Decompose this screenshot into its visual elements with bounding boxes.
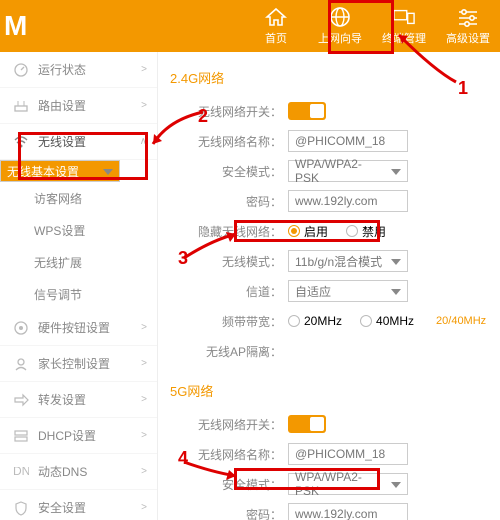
annotation-number-3: 3 xyxy=(178,248,188,269)
home-icon xyxy=(265,6,287,28)
button-icon xyxy=(12,319,30,337)
dns-icon: DNS xyxy=(12,463,30,481)
router-icon xyxy=(12,97,30,115)
sidebar-item-status[interactable]: 运行状态> xyxy=(0,52,157,88)
logo: M xyxy=(0,0,60,52)
sidebar-item-dhcp[interactable]: DHCP设置> xyxy=(0,418,157,454)
pwd-5g-input[interactable] xyxy=(288,503,408,520)
bw-20mhz[interactable]: 20MHz xyxy=(288,314,342,328)
nav-home[interactable]: 首页 xyxy=(244,0,308,52)
user-icon xyxy=(12,355,30,373)
sidebar-sub-extend[interactable]: 无线扩展 xyxy=(0,246,157,278)
sidebar-item-forward[interactable]: 转发设置> xyxy=(0,382,157,418)
hide-24g-enable[interactable]: 启用 xyxy=(288,223,328,240)
radio-off-icon xyxy=(288,315,300,327)
security-24g-select[interactable]: WPA/WPA2-PSK xyxy=(288,160,408,182)
content: 2.4G网络 无线网络开关： 无线网络名称： 安全模式：WPA/WPA2-PSK… xyxy=(158,52,500,520)
sidebar-item-hardware[interactable]: 硬件按钮设置> xyxy=(0,310,157,346)
arrow-1 xyxy=(394,30,464,90)
mode-24g-select[interactable]: 11b/g/n混合模式 xyxy=(288,250,408,272)
shield-icon xyxy=(12,499,30,517)
sidebar-item-ddns[interactable]: DNS动态DNS> xyxy=(0,454,157,490)
pwd-24g-input[interactable] xyxy=(288,190,408,212)
radio-off-icon xyxy=(360,315,372,327)
sidebar-sub-basic[interactable]: 无线基本设置 xyxy=(0,160,120,182)
annotation-number-4: 4 xyxy=(178,448,188,469)
annotation-number-1: 1 xyxy=(458,78,468,99)
sidebar-sub-wps[interactable]: WPS设置 xyxy=(0,214,157,246)
bw-40mhz[interactable]: 40MHz xyxy=(360,314,414,328)
annotation-number-2: 2 xyxy=(198,106,208,127)
radio-on-icon xyxy=(288,225,300,237)
switch-24g[interactable] xyxy=(288,102,326,120)
switch-5g[interactable] xyxy=(288,415,326,433)
svg-text:DNS: DNS xyxy=(13,467,29,477)
gauge-icon xyxy=(12,61,30,79)
ssid-5g-input[interactable] xyxy=(288,443,408,465)
radio-off-icon xyxy=(346,225,358,237)
arrow-4 xyxy=(182,458,242,482)
sidebar-sub-guest[interactable]: 访客网络 xyxy=(0,182,157,214)
section-5g-title: 5G网络 xyxy=(170,381,490,400)
hide-24g-disable[interactable]: 禁用 xyxy=(346,223,386,240)
dhcp-icon xyxy=(12,427,30,445)
forward-icon xyxy=(12,391,30,409)
sidebar-item-parental[interactable]: 家长控制设置> xyxy=(0,346,157,382)
globe-icon xyxy=(329,6,351,28)
main: 运行状态> 路由设置> 无线设置∧ 无线基本设置 访客网络 WPS设置 无线扩展… xyxy=(0,52,500,520)
sidebar-sub-signal[interactable]: 信号调节 xyxy=(0,278,157,310)
ssid-24g-input[interactable] xyxy=(288,130,408,152)
sidebar-item-security[interactable]: 安全设置> xyxy=(0,490,157,520)
sidebar-item-wireless[interactable]: 无线设置∧ xyxy=(0,124,157,160)
security-5g-select[interactable]: WPA/WPA2-PSK xyxy=(288,473,408,495)
channel-24g-select[interactable]: 自适应 xyxy=(288,280,408,302)
sliders-icon xyxy=(457,6,479,28)
arrow-3 xyxy=(182,230,242,260)
devices-icon xyxy=(393,6,415,28)
wifi-icon xyxy=(12,133,30,151)
nav-wizard[interactable]: 上网向导 xyxy=(308,0,372,52)
sidebar: 运行状态> 路由设置> 无线设置∧ 无线基本设置 访客网络 WPS设置 无线扩展… xyxy=(0,52,158,520)
sidebar-item-router[interactable]: 路由设置> xyxy=(0,88,157,124)
